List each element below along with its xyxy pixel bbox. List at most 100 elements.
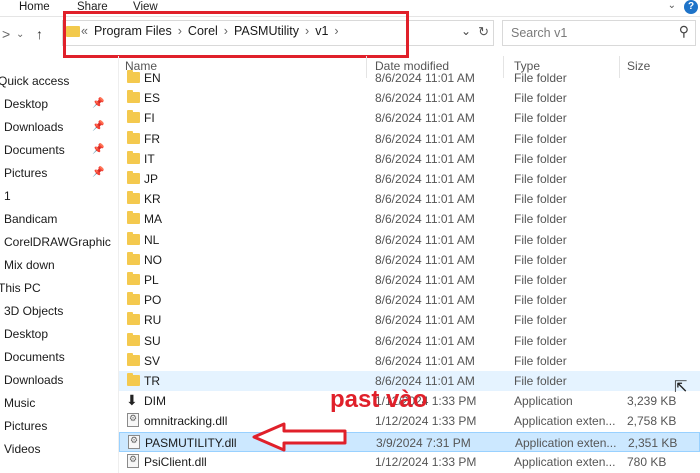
file-name: TR bbox=[144, 374, 160, 388]
folder-icon bbox=[127, 312, 140, 326]
search-icon[interactable]: ⚲ bbox=[679, 23, 689, 40]
up-arrow-icon[interactable]: ↑ bbox=[36, 26, 43, 42]
file-row[interactable]: EN 8/6/2024 11:01 AM File folder bbox=[119, 68, 700, 88]
file-name: DIM bbox=[144, 394, 166, 409]
file-row[interactable]: MA 8/6/2024 11:01 AM File folder bbox=[119, 209, 700, 229]
folder-icon bbox=[127, 251, 140, 265]
search-box[interactable]: Search v1 ⚲ bbox=[502, 20, 696, 46]
sidebar-item[interactable]: Documents bbox=[4, 143, 65, 157]
pin-icon: 📌 bbox=[92, 144, 105, 155]
file-row[interactable]: NL 8/6/2024 11:01 AM File folder bbox=[119, 230, 700, 250]
tab-home[interactable]: Home bbox=[19, 1, 50, 13]
file-date: 8/6/2024 11:01 AM bbox=[375, 111, 475, 126]
file-row[interactable]: RU 8/6/2024 11:01 AM File folder bbox=[119, 310, 700, 330]
file-row[interactable]: JP 8/6/2024 11:01 AM File folder bbox=[119, 169, 700, 189]
folder-icon bbox=[127, 211, 140, 225]
file-row[interactable]: PsiClient.dll 1/12/2024 1:33 PM Applicatio… bbox=[119, 452, 700, 472]
folder-icon bbox=[127, 110, 140, 124]
sidebar-item[interactable]: Desktop bbox=[4, 327, 48, 341]
recent-dropdown-icon[interactable]: ⌄ bbox=[16, 29, 24, 40]
file-row[interactable]: PASMUTILITY.dll 3/9/2024 7:31 PM Applicati… bbox=[119, 431, 700, 452]
sidebar-item[interactable]: Pictures bbox=[4, 166, 47, 180]
file-type: File folder bbox=[514, 91, 567, 106]
file-row[interactable]: SV 8/6/2024 11:01 AM File folder bbox=[119, 351, 700, 371]
file-row[interactable]: NO 8/6/2024 11:01 AM File folder bbox=[119, 250, 700, 270]
file-name: omnitracking.dll bbox=[144, 414, 228, 429]
file-date: 8/6/2024 11:01 AM bbox=[375, 151, 475, 166]
file-date: 8/6/2024 11:01 AM bbox=[375, 252, 475, 267]
file-date: 8/6/2024 11:01 AM bbox=[375, 232, 475, 247]
sidebar-item[interactable]: Downloads bbox=[4, 120, 63, 134]
mouse-cursor-icon: ⇱ bbox=[674, 379, 688, 396]
sidebar-item[interactable]: 3D Objects bbox=[4, 304, 63, 318]
file-size: 780 KB bbox=[627, 454, 667, 469]
folder-icon bbox=[127, 272, 140, 285]
file-name: JP bbox=[144, 172, 159, 186]
file-row[interactable]: ES 8/6/2024 11:01 AM File folder bbox=[119, 88, 700, 108]
sidebar-item[interactable]: Videos bbox=[4, 442, 40, 456]
pin-icon: 📌 bbox=[92, 167, 105, 178]
file-row[interactable]: PL 8/6/2024 11:01 AM File folder bbox=[119, 270, 700, 290]
dll-file-icon bbox=[127, 453, 139, 468]
file-name: MA bbox=[144, 212, 162, 227]
file-row[interactable]: FI 8/6/2024 11:01 AM File folder bbox=[119, 108, 700, 128]
search-placeholder: Search v1 bbox=[511, 26, 568, 40]
forward-arrow-icon[interactable]: > bbox=[2, 26, 10, 42]
file-type: File folder bbox=[514, 131, 567, 146]
address-dropdown-icon[interactable]: ⌄ bbox=[461, 24, 471, 38]
file-size: 2,351 KB bbox=[628, 435, 678, 450]
sidebar-item[interactable]: Documents bbox=[4, 350, 65, 364]
file-type: File folder bbox=[514, 151, 567, 166]
sidebar-item[interactable]: Downloads bbox=[4, 373, 63, 387]
file-size: 3,239 KB bbox=[627, 394, 677, 409]
sidebar-item[interactable]: Mix down bbox=[4, 258, 55, 272]
file-date: 8/6/2024 11:01 AM bbox=[375, 353, 475, 368]
file-row[interactable]: FR 8/6/2024 11:01 AM File folder bbox=[119, 129, 700, 149]
file-name: RU bbox=[144, 313, 162, 328]
file-name: FR bbox=[144, 131, 160, 146]
sidebar-item[interactable]: CorelDRAWGraphic bbox=[4, 235, 111, 249]
file-name: ES bbox=[144, 91, 161, 106]
file-date: 1/12/2024 1:33 PM bbox=[375, 414, 477, 429]
file-date: 8/6/2024 11:01 AM bbox=[375, 71, 475, 85]
navigation-pane: Quick access Desktop 📌 Downloads 📌 Documents 📌… bbox=[0, 56, 119, 473]
file-type: File folder bbox=[514, 111, 567, 126]
file-row[interactable]: SU 8/6/2024 11:01 AM File folder bbox=[119, 331, 700, 351]
sidebar-item[interactable]: Desktop bbox=[4, 97, 48, 111]
file-type: Application exten... bbox=[514, 414, 616, 429]
sidebar-item[interactable]: Pictures bbox=[4, 419, 47, 433]
folder-icon bbox=[127, 332, 140, 346]
folder-icon bbox=[127, 292, 140, 306]
file-type: File folder bbox=[514, 374, 567, 388]
file-name: SU bbox=[144, 333, 161, 348]
file-row[interactable]: omnitracking.dll 1/12/2024 1:33 PM Applica… bbox=[119, 411, 700, 431]
dll-file-icon bbox=[128, 434, 140, 449]
sidebar-item[interactable]: This PC bbox=[0, 281, 41, 295]
sidebar-item[interactable]: Quick access bbox=[0, 74, 69, 88]
file-type: File folder bbox=[514, 172, 567, 186]
folder-icon bbox=[127, 150, 140, 164]
file-type: Application exten... bbox=[514, 454, 616, 469]
file-name: PsiClient.dll bbox=[144, 454, 207, 469]
file-type: Application bbox=[514, 394, 573, 409]
folder-icon bbox=[127, 191, 140, 205]
sidebar-item[interactable]: Music bbox=[4, 396, 35, 410]
sidebar-item[interactable]: Bandicam bbox=[4, 212, 57, 226]
help-icon[interactable]: ? bbox=[684, 0, 698, 14]
file-type: File folder bbox=[514, 252, 567, 267]
file-type: File folder bbox=[514, 293, 567, 308]
file-size: 2,758 KB bbox=[627, 414, 677, 429]
file-date: 8/6/2024 11:01 AM bbox=[375, 192, 475, 207]
file-date: 8/6/2024 11:01 AM bbox=[375, 273, 475, 287]
file-row[interactable]: KR 8/6/2024 11:01 AM File folder bbox=[119, 189, 700, 209]
file-row[interactable]: IT 8/6/2024 11:01 AM File folder bbox=[119, 149, 700, 169]
folder-icon bbox=[127, 90, 140, 104]
refresh-icon[interactable]: ↻ bbox=[478, 24, 489, 40]
red-arrow-annotation bbox=[252, 422, 347, 452]
sidebar-item[interactable]: 1 bbox=[4, 189, 11, 203]
folder-icon bbox=[127, 352, 140, 366]
file-type: File folder bbox=[514, 353, 567, 368]
file-date: 3/9/2024 7:31 PM bbox=[376, 435, 471, 450]
ribbon-expand-icon[interactable]: ⌄ bbox=[668, 0, 676, 11]
file-row[interactable]: PO 8/6/2024 11:01 AM File folder bbox=[119, 290, 700, 310]
